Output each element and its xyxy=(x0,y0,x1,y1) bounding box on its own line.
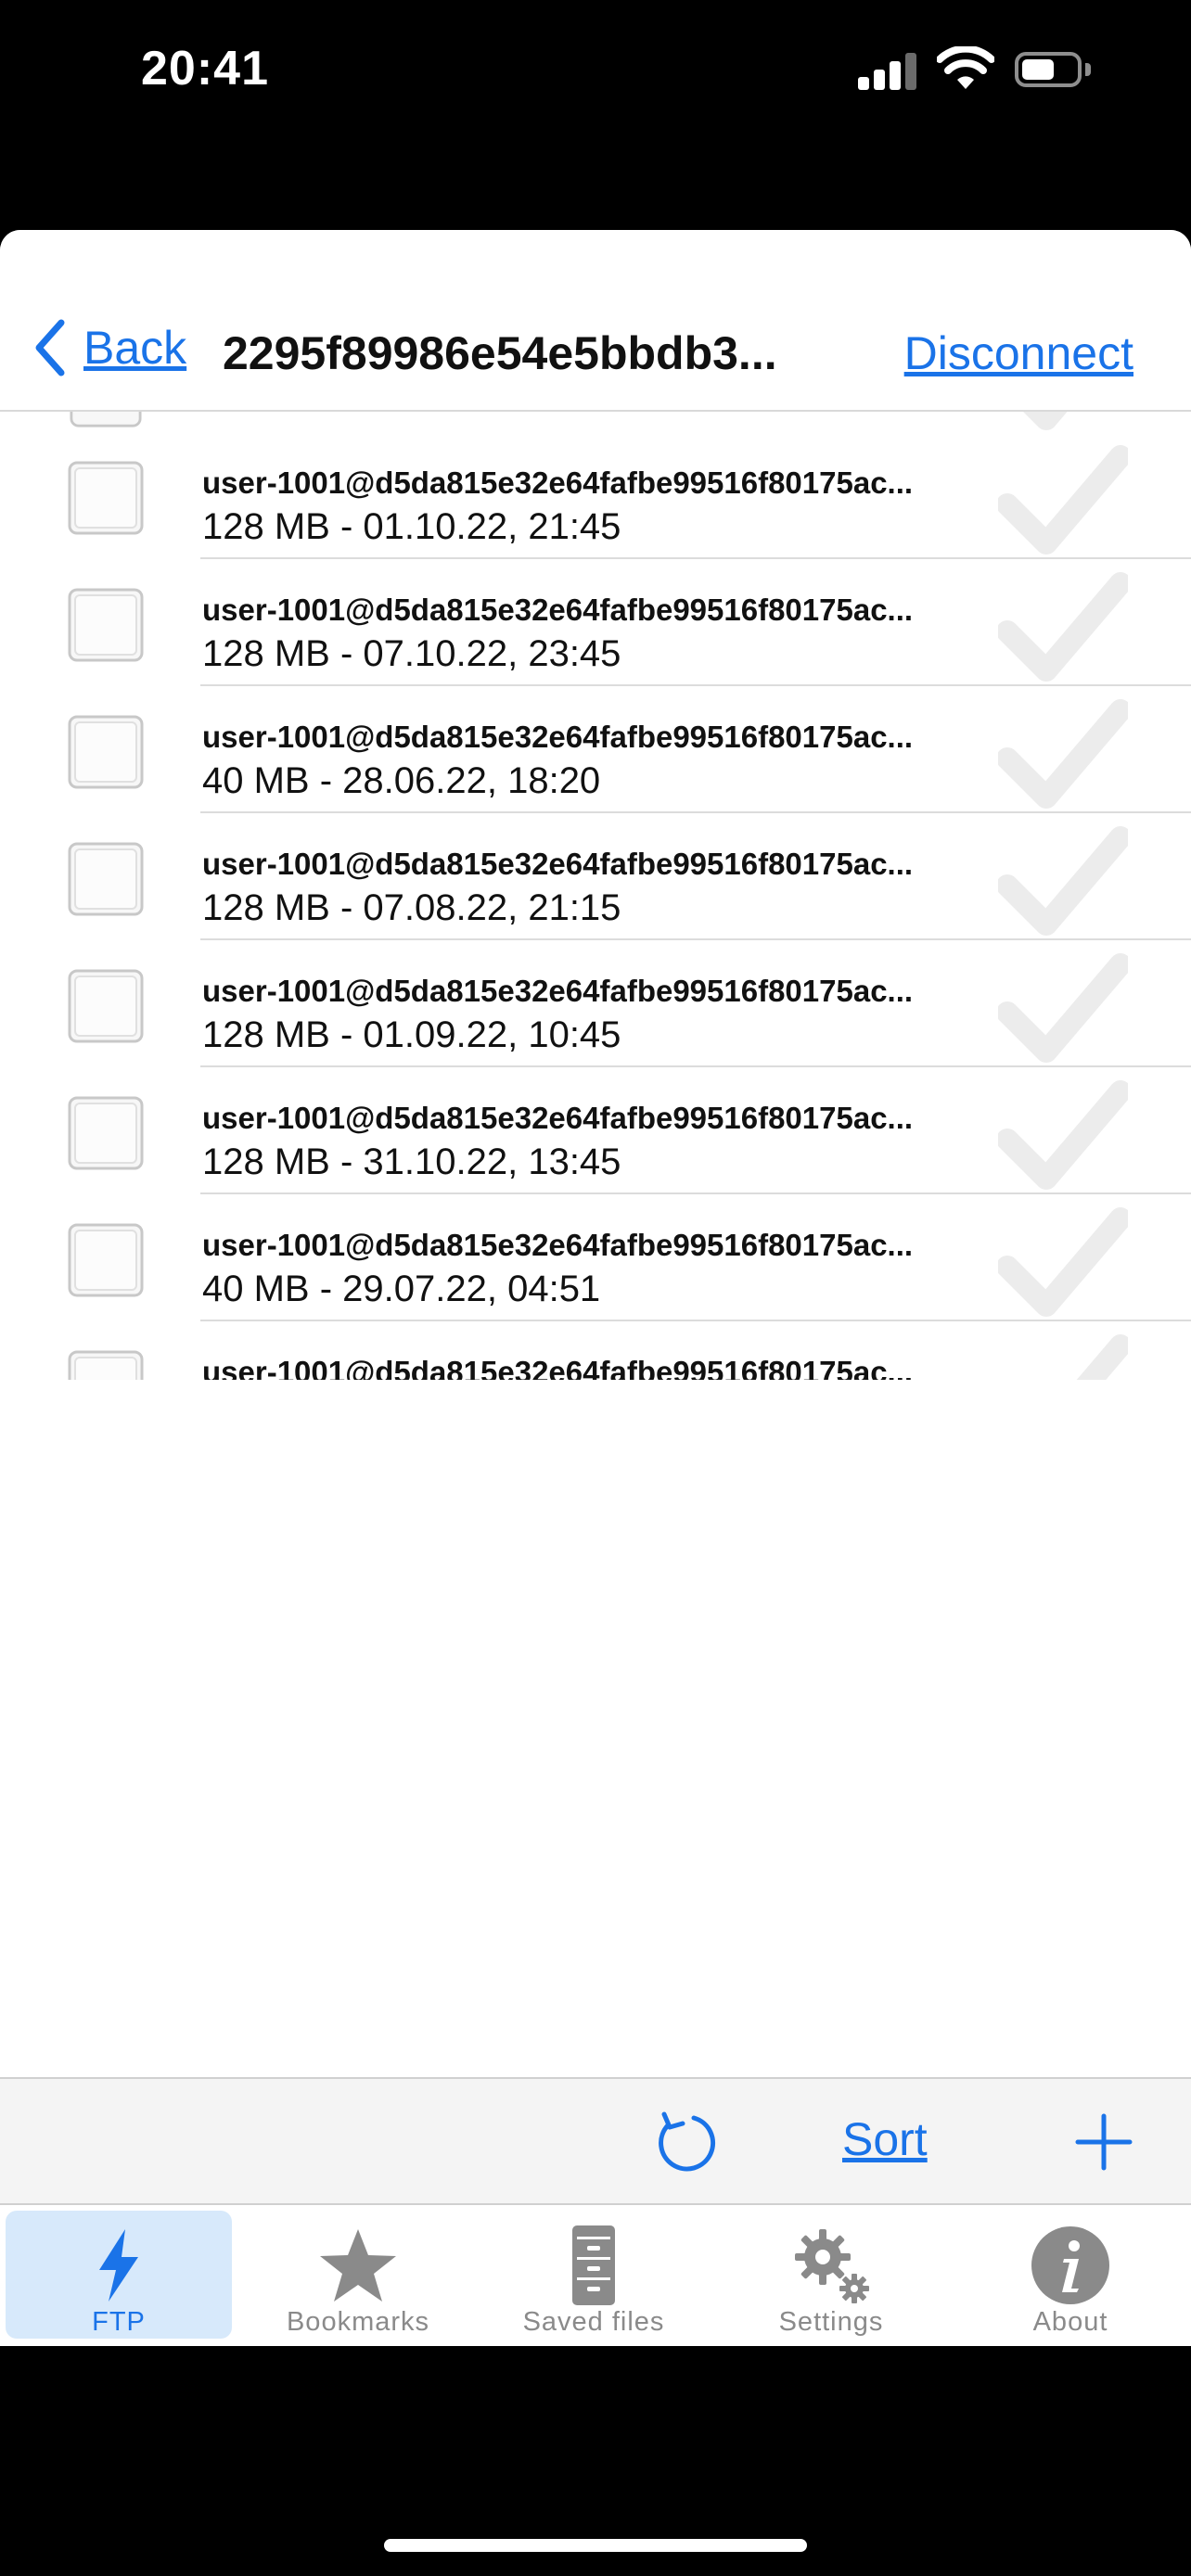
sort-button[interactable]: Sort xyxy=(842,2112,928,2166)
checkbox-icon[interactable] xyxy=(67,1349,145,1380)
lightning-icon xyxy=(99,2229,138,2302)
checkmark-icon[interactable] xyxy=(998,824,1128,936)
file-meta: 128 MB - 01.09.22, 10:45 xyxy=(202,1014,621,1055)
status-bar: 20:41 xyxy=(0,0,1191,139)
tab-ftp[interactable]: FTP xyxy=(6,2211,232,2339)
list-item[interactable]: user-1001@d5da815e32e64fafbe99516f80175a… xyxy=(0,940,1191,1067)
wifi-icon xyxy=(937,46,994,89)
info-icon xyxy=(1031,2226,1109,2304)
checkmark-icon[interactable] xyxy=(998,570,1128,682)
checkbox-icon xyxy=(70,412,142,427)
list-item[interactable]: user-1001@d5da815e32e64fafbe99516f80175a… xyxy=(0,686,1191,813)
checkbox-icon[interactable] xyxy=(67,1095,145,1171)
file-name: user-1001@d5da815e32e64fafbe99516f80175a… xyxy=(202,1101,914,1135)
file-meta: 128 MB - 07.10.22, 23:45 xyxy=(202,633,621,674)
file-meta: 40 MB - 29.07.22, 04:51 xyxy=(202,1269,601,1309)
file-meta: 128 MB - 31.10.22, 13:45 xyxy=(202,1141,621,1182)
checkmark-icon[interactable] xyxy=(998,1078,1128,1190)
file-name: user-1001@d5da815e32e64fafbe99516f80175a… xyxy=(202,720,914,754)
tab-label: Saved files xyxy=(522,2307,665,2337)
tab-bookmarks[interactable]: Bookmarks xyxy=(245,2211,471,2339)
tab-about[interactable]: About xyxy=(957,2211,1184,2339)
cellular-signal-icon xyxy=(858,51,917,90)
file-meta: 128 MB - 07.08.22, 21:15 xyxy=(202,887,621,928)
checkbox-icon[interactable] xyxy=(67,1222,145,1298)
tab-saved-files[interactable]: Saved files xyxy=(480,2211,707,2339)
battery-icon xyxy=(1015,52,1082,87)
list-item[interactable]: user-1001@d5da815e32e64fafbe99516f80175a… xyxy=(0,432,1191,559)
checkbox-icon[interactable] xyxy=(67,460,145,536)
cabinet-icon xyxy=(572,2225,615,2305)
checkbox-icon[interactable] xyxy=(67,841,145,917)
list-item[interactable]: user-1001@d5da815e32e64fafbe99516f80175a… xyxy=(0,559,1191,686)
list-item-partial xyxy=(0,412,1191,432)
checkmark-icon[interactable] xyxy=(998,443,1128,555)
battery-tip xyxy=(1085,63,1091,76)
tab-settings[interactable]: Settings xyxy=(718,2211,944,2339)
status-time: 20:41 xyxy=(141,42,269,96)
page-title: 2295f89986e54e5bbdb3... xyxy=(223,327,777,379)
list-item[interactable]: user-1001@d5da815e32e64fafbe99516f80175a… xyxy=(0,1194,1191,1321)
tab-label: Settings xyxy=(778,2307,884,2337)
bottom-toolbar: Sort xyxy=(0,2077,1191,2205)
checkmark-icon xyxy=(1023,412,1068,430)
tab-label: FTP xyxy=(92,2307,146,2337)
file-name: user-1001@d5da815e32e64fafbe99516f80175a… xyxy=(202,847,914,881)
chevron-left-icon xyxy=(35,319,65,376)
tab-label: Bookmarks xyxy=(286,2307,430,2337)
gear-icon xyxy=(795,2229,869,2303)
ftp-browser-sheet: Back 2295f89986e54e5bbdb3... Disconnect … xyxy=(0,230,1191,2346)
tab-label: About xyxy=(1032,2307,1108,2337)
checkmark-icon[interactable] xyxy=(998,1333,1128,1380)
tab-bar: FTP Bookmarks Saved files Settings About xyxy=(0,2205,1191,2346)
file-name: user-1001@d5da815e32e64fafbe99516f80175a… xyxy=(202,974,914,1008)
list-item[interactable]: user-1001@d5da815e32e64fafbe99516f80175a… xyxy=(0,1067,1191,1194)
checkbox-icon[interactable] xyxy=(67,587,145,663)
file-name: user-1001@d5da815e32e64fafbe99516f80175a… xyxy=(202,1228,914,1262)
file-list[interactable]: user-1001@d5da815e32e64fafbe99516f80175a… xyxy=(0,412,1191,1380)
list-item[interactable]: user-1001@d5da815e32e64fafbe99516f80175a… xyxy=(0,813,1191,940)
navigation-bar: Back 2295f89986e54e5bbdb3... Disconnect xyxy=(0,230,1191,412)
checkbox-icon[interactable] xyxy=(67,714,145,790)
checkmark-icon[interactable] xyxy=(998,1205,1128,1317)
file-meta: 128 MB - 01.10.22, 21:45 xyxy=(202,506,621,547)
file-name: user-1001@d5da815e32e64fafbe99516f80175a… xyxy=(202,593,914,627)
back-label: Back xyxy=(83,322,187,374)
back-button[interactable]: Back xyxy=(33,319,186,376)
file-name: user-1001@d5da815e32e64fafbe99516f80175a… xyxy=(202,465,914,500)
checkbox-icon[interactable] xyxy=(67,968,145,1044)
home-indicator xyxy=(384,2539,807,2552)
star-icon xyxy=(320,2229,396,2302)
checkmark-icon[interactable] xyxy=(998,697,1128,809)
list-item[interactable]: user-1001@d5da815e32e64fafbe99516f80175a… xyxy=(0,1321,1191,1380)
disconnect-button[interactable]: Disconnect xyxy=(904,326,1133,380)
plus-icon[interactable] xyxy=(1070,2109,1137,2175)
refresh-icon[interactable] xyxy=(651,2109,718,2175)
checkmark-icon[interactable] xyxy=(998,951,1128,1063)
file-name: user-1001@d5da815e32e64fafbe99516f80175a… xyxy=(202,1355,914,1380)
file-meta: 40 MB - 28.06.22, 18:20 xyxy=(202,760,601,801)
